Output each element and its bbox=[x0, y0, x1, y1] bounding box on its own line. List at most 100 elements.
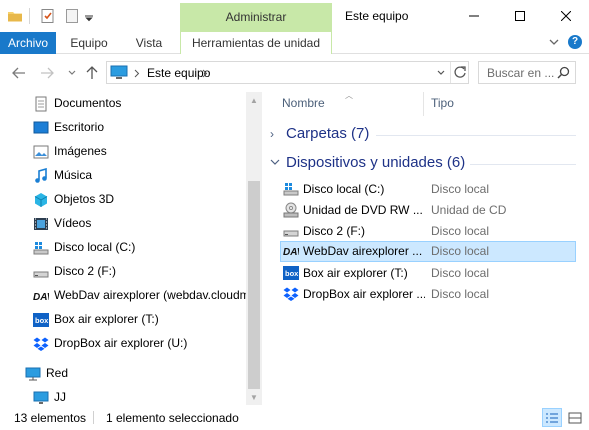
row-name: WebDav airexplorer ... bbox=[303, 244, 423, 258]
this-pc-icon bbox=[110, 65, 128, 79]
tab-herramientas-de-unidad[interactable]: Herramientas de unidad bbox=[180, 32, 332, 54]
nav-item-webdav[interactable]: DAV WebDav airexplorer (webdav.cloudm bbox=[0, 284, 250, 308]
search-box[interactable]: Buscar en ... bbox=[478, 61, 576, 84]
nav-item-dropbox-air-explorer[interactable]: DropBox air explorer (U:) bbox=[0, 332, 246, 356]
column-header-name[interactable]: Nombre bbox=[282, 96, 325, 110]
box-icon: box bbox=[283, 266, 299, 280]
nav-item-musica[interactable]: Música bbox=[0, 164, 246, 188]
properties-icon[interactable] bbox=[40, 8, 56, 24]
table-row[interactable]: DropBox air explorer ... Disco local bbox=[280, 284, 576, 305]
sort-up-icon: ︿ bbox=[345, 91, 353, 100]
recent-locations-button[interactable] bbox=[64, 65, 80, 81]
nav-item-red[interactable]: Red bbox=[0, 362, 246, 386]
group-title: Carpetas (7) bbox=[286, 125, 370, 142]
nav-item-escritorio[interactable]: Escritorio bbox=[0, 116, 246, 140]
scrollbar-thumb[interactable] bbox=[248, 181, 260, 389]
svg-text:DAV: DAV bbox=[283, 247, 299, 258]
maximize-button[interactable] bbox=[497, 0, 543, 32]
group-rule bbox=[376, 135, 576, 136]
up-arrow-icon bbox=[86, 66, 98, 79]
status-item-count: 13 elementos bbox=[14, 411, 87, 425]
row-name: DropBox air explorer ... bbox=[303, 287, 425, 301]
group-rule bbox=[470, 164, 576, 165]
status-selection: 1 elemento seleccionado bbox=[106, 411, 239, 425]
nav-item-label: Escritorio bbox=[54, 120, 105, 134]
tab-equipo[interactable]: Equipo bbox=[60, 32, 118, 54]
address-dropdown-icon[interactable] bbox=[437, 70, 445, 76]
nav-item-imagenes[interactable]: Imágenes bbox=[0, 140, 246, 164]
chevron-right-icon[interactable] bbox=[202, 69, 208, 78]
nav-item-documentos[interactable]: Documentos bbox=[0, 92, 246, 116]
music-icon bbox=[35, 168, 47, 183]
search-icon[interactable] bbox=[557, 66, 570, 79]
new-folder-icon[interactable] bbox=[64, 8, 80, 24]
close-button[interactable] bbox=[543, 0, 589, 32]
search-input[interactable]: Buscar en ... bbox=[487, 66, 554, 80]
large-icons-view-button[interactable] bbox=[565, 408, 585, 427]
help-icon[interactable]: ? bbox=[568, 35, 582, 49]
address-bar[interactable]: Este equipo bbox=[106, 61, 469, 84]
chevron-right-icon[interactable]: › bbox=[270, 127, 274, 141]
dvd-drive-icon bbox=[283, 202, 299, 218]
manage-tab[interactable]: Administrar bbox=[180, 3, 332, 32]
row-type: Disco local bbox=[431, 266, 490, 280]
scroll-up-arrow-icon[interactable]: ▲ bbox=[246, 92, 262, 108]
address-divider bbox=[450, 62, 451, 83]
windows-drive-icon bbox=[33, 242, 49, 255]
nav-item-objetos-3d[interactable]: Objetos 3D bbox=[0, 188, 246, 212]
nav-item-label: Música bbox=[54, 168, 93, 182]
row-name: Disco local (C:) bbox=[303, 182, 385, 196]
nav-item-disco-2-f[interactable]: Disco 2 (F:) bbox=[0, 260, 246, 284]
ribbon: Archivo Equipo Vista Herramientas de uni… bbox=[0, 32, 589, 54]
minimize-button[interactable] bbox=[451, 0, 497, 32]
nav-item-label: JJ bbox=[54, 390, 66, 404]
maximize-icon bbox=[515, 11, 525, 21]
table-row[interactable]: box Box air explorer (T:) Disco local bbox=[280, 263, 576, 284]
column-header-type[interactable]: Tipo bbox=[431, 96, 454, 110]
drive-icon bbox=[283, 230, 299, 237]
forward-arrow-icon bbox=[41, 67, 54, 79]
table-row-selected[interactable]: DAV WebDav airexplorer ... Disco local bbox=[280, 241, 576, 262]
nav-item-label: Vídeos bbox=[54, 216, 92, 230]
expand-ribbon-icon[interactable] bbox=[548, 36, 560, 48]
nav-item-box-air-explorer[interactable]: box Box air explorer (T:) bbox=[0, 308, 246, 332]
back-button[interactable] bbox=[11, 65, 27, 81]
row-name: Box air explorer (T:) bbox=[303, 266, 408, 280]
refresh-icon[interactable] bbox=[453, 65, 467, 79]
nav-item-disco-local-c[interactable]: Disco local (C:) bbox=[0, 236, 246, 260]
tab-archivo[interactable]: Archivo bbox=[0, 32, 56, 54]
status-bar: 13 elementos 1 elemento seleccionado bbox=[0, 405, 589, 430]
nav-item-label: Documentos bbox=[54, 96, 122, 110]
table-row[interactable]: Disco 2 (F:) Disco local bbox=[280, 221, 576, 242]
table-row[interactable]: Unidad de DVD RW ... Unidad de CD bbox=[280, 200, 576, 221]
webdav-icon: DAV bbox=[33, 292, 49, 303]
group-carpetas[interactable]: › Carpetas (7) bbox=[270, 124, 576, 146]
group-title: Dispositivos y unidades (6) bbox=[286, 154, 466, 171]
chevron-down-icon[interactable] bbox=[84, 8, 94, 24]
3d-objects-icon bbox=[34, 193, 48, 207]
nav-item-videos[interactable]: Vídeos bbox=[0, 212, 246, 236]
up-button[interactable] bbox=[84, 65, 100, 81]
network-icon bbox=[25, 367, 41, 381]
nav-item-label: Imágenes bbox=[54, 144, 107, 158]
navigation-scrollbar[interactable]: ▲ ▼ bbox=[246, 92, 262, 405]
forward-button[interactable] bbox=[39, 65, 55, 81]
svg-text:box: box bbox=[285, 269, 299, 278]
documents-icon bbox=[35, 96, 47, 112]
drive-icon bbox=[33, 271, 49, 278]
nav-item-label: Box air explorer (T:) bbox=[54, 312, 159, 326]
nav-item-label: Red bbox=[46, 366, 69, 380]
navigation-pane: Documentos Escritorio Imágenes Música Ob… bbox=[0, 92, 262, 405]
group-dispositivos[interactable]: Dispositivos y unidades (6) bbox=[270, 153, 576, 175]
chevron-down-icon[interactable] bbox=[270, 159, 280, 166]
nav-item-label: Objetos 3D bbox=[54, 192, 115, 206]
folder-icon[interactable] bbox=[7, 8, 23, 24]
row-type: Disco local bbox=[431, 244, 490, 258]
title-bar: Administrar Este equipo bbox=[0, 0, 589, 32]
details-view-button[interactable] bbox=[542, 408, 562, 427]
column-divider[interactable] bbox=[423, 92, 424, 116]
table-row[interactable]: Disco local (C:) Disco local bbox=[280, 179, 576, 200]
scroll-down-arrow-icon[interactable]: ▼ bbox=[246, 389, 262, 405]
box-icon: box bbox=[33, 313, 49, 327]
tab-vista[interactable]: Vista bbox=[122, 32, 176, 54]
